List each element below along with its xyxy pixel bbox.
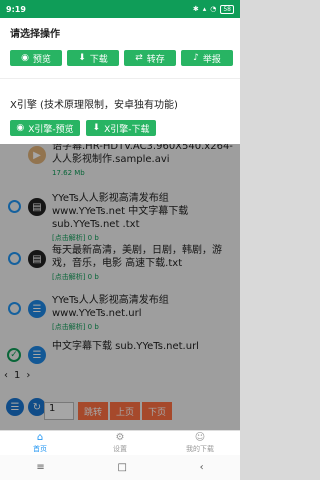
tab-my-downloads[interactable]: ☺ 我的下载 [160, 431, 240, 455]
swap-icon: ⇄ [135, 53, 143, 63]
x-download-button[interactable]: ⬇ X引擎-下载 [86, 120, 156, 136]
report-button[interactable]: ♪ 举报 [181, 50, 233, 66]
battery-icon: 58 [220, 4, 234, 14]
home-icon: ⌂ [36, 431, 44, 443]
download-icon: ⬇ [92, 123, 101, 133]
gear-icon: ⚙ [115, 431, 125, 443]
status-icons: ✱ ▴ ◔ 58 [192, 4, 234, 14]
download-icon: ⬇ [78, 53, 86, 63]
transfer-button[interactable]: ⇄ 转存 [124, 50, 176, 66]
x-preview-button[interactable]: ◉ X引擎-预览 [10, 120, 80, 136]
status-time: 9:19 [6, 4, 26, 14]
dialog-title: 请选择操作 [10, 29, 60, 40]
tab-settings[interactable]: ⚙ 设置 [80, 431, 160, 455]
signal-icon: ▴ [202, 5, 207, 13]
user-icon: ☺ [194, 431, 206, 443]
action-dialog: 请选择操作 ◉ 预览 ⬇ 下载 ⇄ 转存 ♪ 举报 X引擎 (技术原理限制，安卓… [0, 18, 240, 144]
menu-icon[interactable]: ≡ [36, 462, 44, 473]
x-engine-note: (技术原理限制，安卓独有功能) [40, 100, 178, 111]
x-engine-heading: X引擎 (技术原理限制，安卓独有功能) [10, 96, 178, 111]
wifi-icon: ◔ [210, 5, 217, 13]
tab-home[interactable]: ⌂ 首页 [0, 431, 80, 455]
system-nav-bar: ≡ □ ‹ [0, 455, 240, 480]
dialog-divider [0, 78, 240, 79]
bell-icon: ♪ [193, 53, 199, 63]
tab-bar: ⌂ 首页 ⚙ 设置 ☺ 我的下载 [0, 430, 240, 455]
back-icon[interactable]: ‹ [200, 462, 204, 473]
eye-icon: ◉ [16, 123, 25, 133]
home-square-icon[interactable]: □ [117, 462, 126, 473]
status-bar: 9:19 ✱ ▴ ◔ 58 [0, 0, 240, 18]
bluetooth-icon: ✱ [192, 5, 199, 13]
x-engine-title: X引擎 [10, 100, 37, 111]
preview-button[interactable]: ◉ 预览 [10, 50, 62, 66]
eye-icon: ◉ [21, 53, 29, 63]
download-button[interactable]: ⬇ 下载 [67, 50, 119, 66]
